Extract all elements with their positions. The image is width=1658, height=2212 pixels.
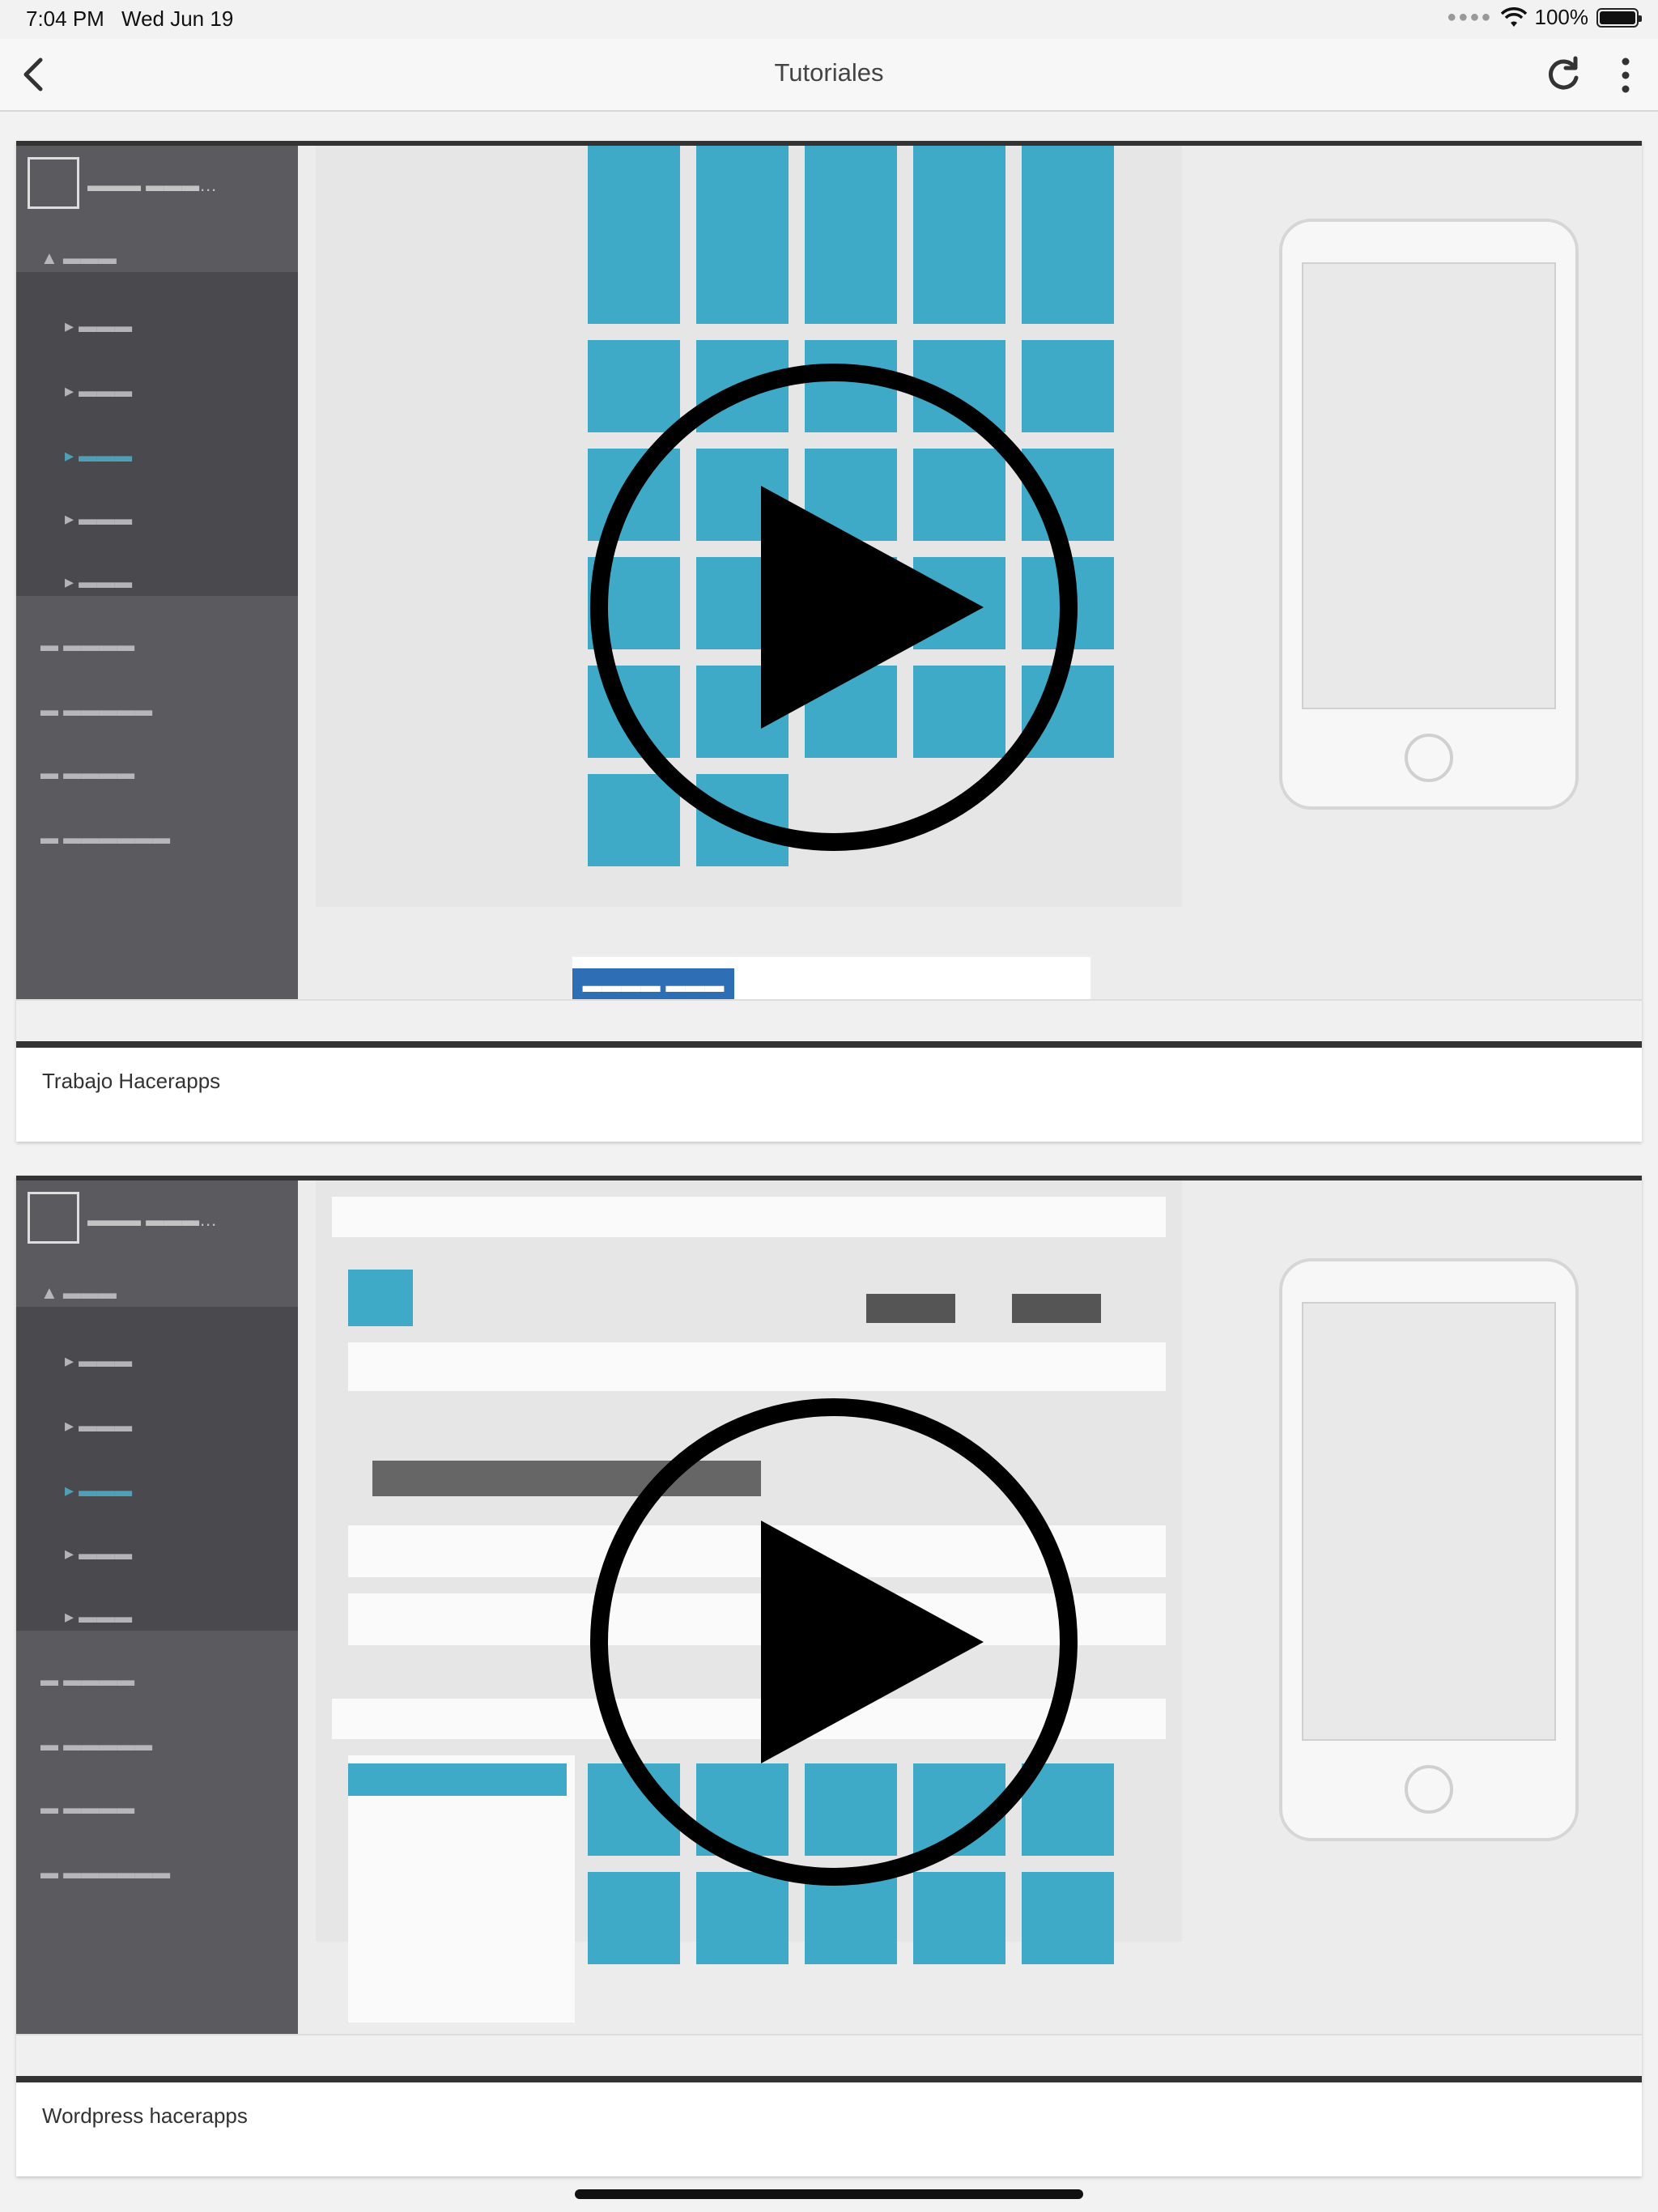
thumbnail-sidebar: ▬▬▬ ▬▬▬… ▲ ▬▬▬ ▸ ▬▬▬ ▸ ▬▬▬ ▸ ▬▬▬ ▸ ▬▬▬ ▸…: [16, 1180, 298, 2039]
thumbnail-phone-preview: [1279, 219, 1579, 810]
battery-icon: [1596, 7, 1642, 28]
status-time: 7:04 PM: [26, 6, 104, 31]
video-thumbnail[interactable]: ▬▬▬ ▬▬▬… ▲ ▬▬▬ ▸ ▬▬▬ ▸ ▬▬▬ ▸ ▬▬▬ ▸ ▬▬▬ ▸…: [16, 1176, 1642, 2082]
video-card[interactable]: ▬▬▬ ▬▬▬… ▲ ▬▬▬ ▸ ▬▬▬ ▸ ▬▬▬ ▸ ▬▬▬ ▸ ▬▬▬ ▸…: [16, 1176, 1642, 2176]
play-icon[interactable]: [583, 1391, 1085, 1893]
play-icon[interactable]: [583, 356, 1085, 858]
thumbnail-footer: [16, 2034, 1642, 2076]
status-bar: 7:04 PM Wed Jun 19 ●●●● 100%: [0, 0, 1658, 39]
page-title: Tutoriales: [774, 58, 884, 87]
battery-percent: 100%: [1534, 5, 1589, 29]
signal-dots-icon: ●●●●: [1447, 8, 1493, 26]
wifi-icon: [1500, 6, 1527, 27]
status-date: Wed Jun 19: [121, 6, 234, 31]
refresh-button[interactable]: [1541, 53, 1585, 97]
nav-bar: Tutoriales: [0, 39, 1658, 112]
thumbnail-sidebar: ▬▬▬ ▬▬▬… ▲ ▬▬▬ ▸ ▬▬▬ ▸ ▬▬▬ ▸ ▬▬▬ ▸ ▬▬▬ ▸…: [16, 146, 298, 1004]
home-indicator[interactable]: [575, 2189, 1083, 2199]
thumbnail-phone-preview: [1279, 1258, 1579, 1841]
status-right: ●●●● 100%: [1447, 5, 1642, 30]
video-thumbnail[interactable]: ▬▬▬ ▬▬▬… ▲ ▬▬▬ ▸ ▬▬▬ ▸ ▬▬▬ ▸ ▬▬▬ ▸ ▬▬▬ ▸…: [16, 141, 1642, 1048]
video-title[interactable]: Wordpress hacerapps: [42, 2104, 248, 2129]
more-options-button[interactable]: [1609, 53, 1642, 97]
video-card[interactable]: ▬▬▬ ▬▬▬… ▲ ▬▬▬ ▸ ▬▬▬ ▸ ▬▬▬ ▸ ▬▬▬ ▸ ▬▬▬ ▸…: [16, 141, 1642, 1142]
video-title[interactable]: Trabajo Hacerapps: [42, 1069, 220, 1094]
thumbnail-footer: [16, 999, 1642, 1041]
